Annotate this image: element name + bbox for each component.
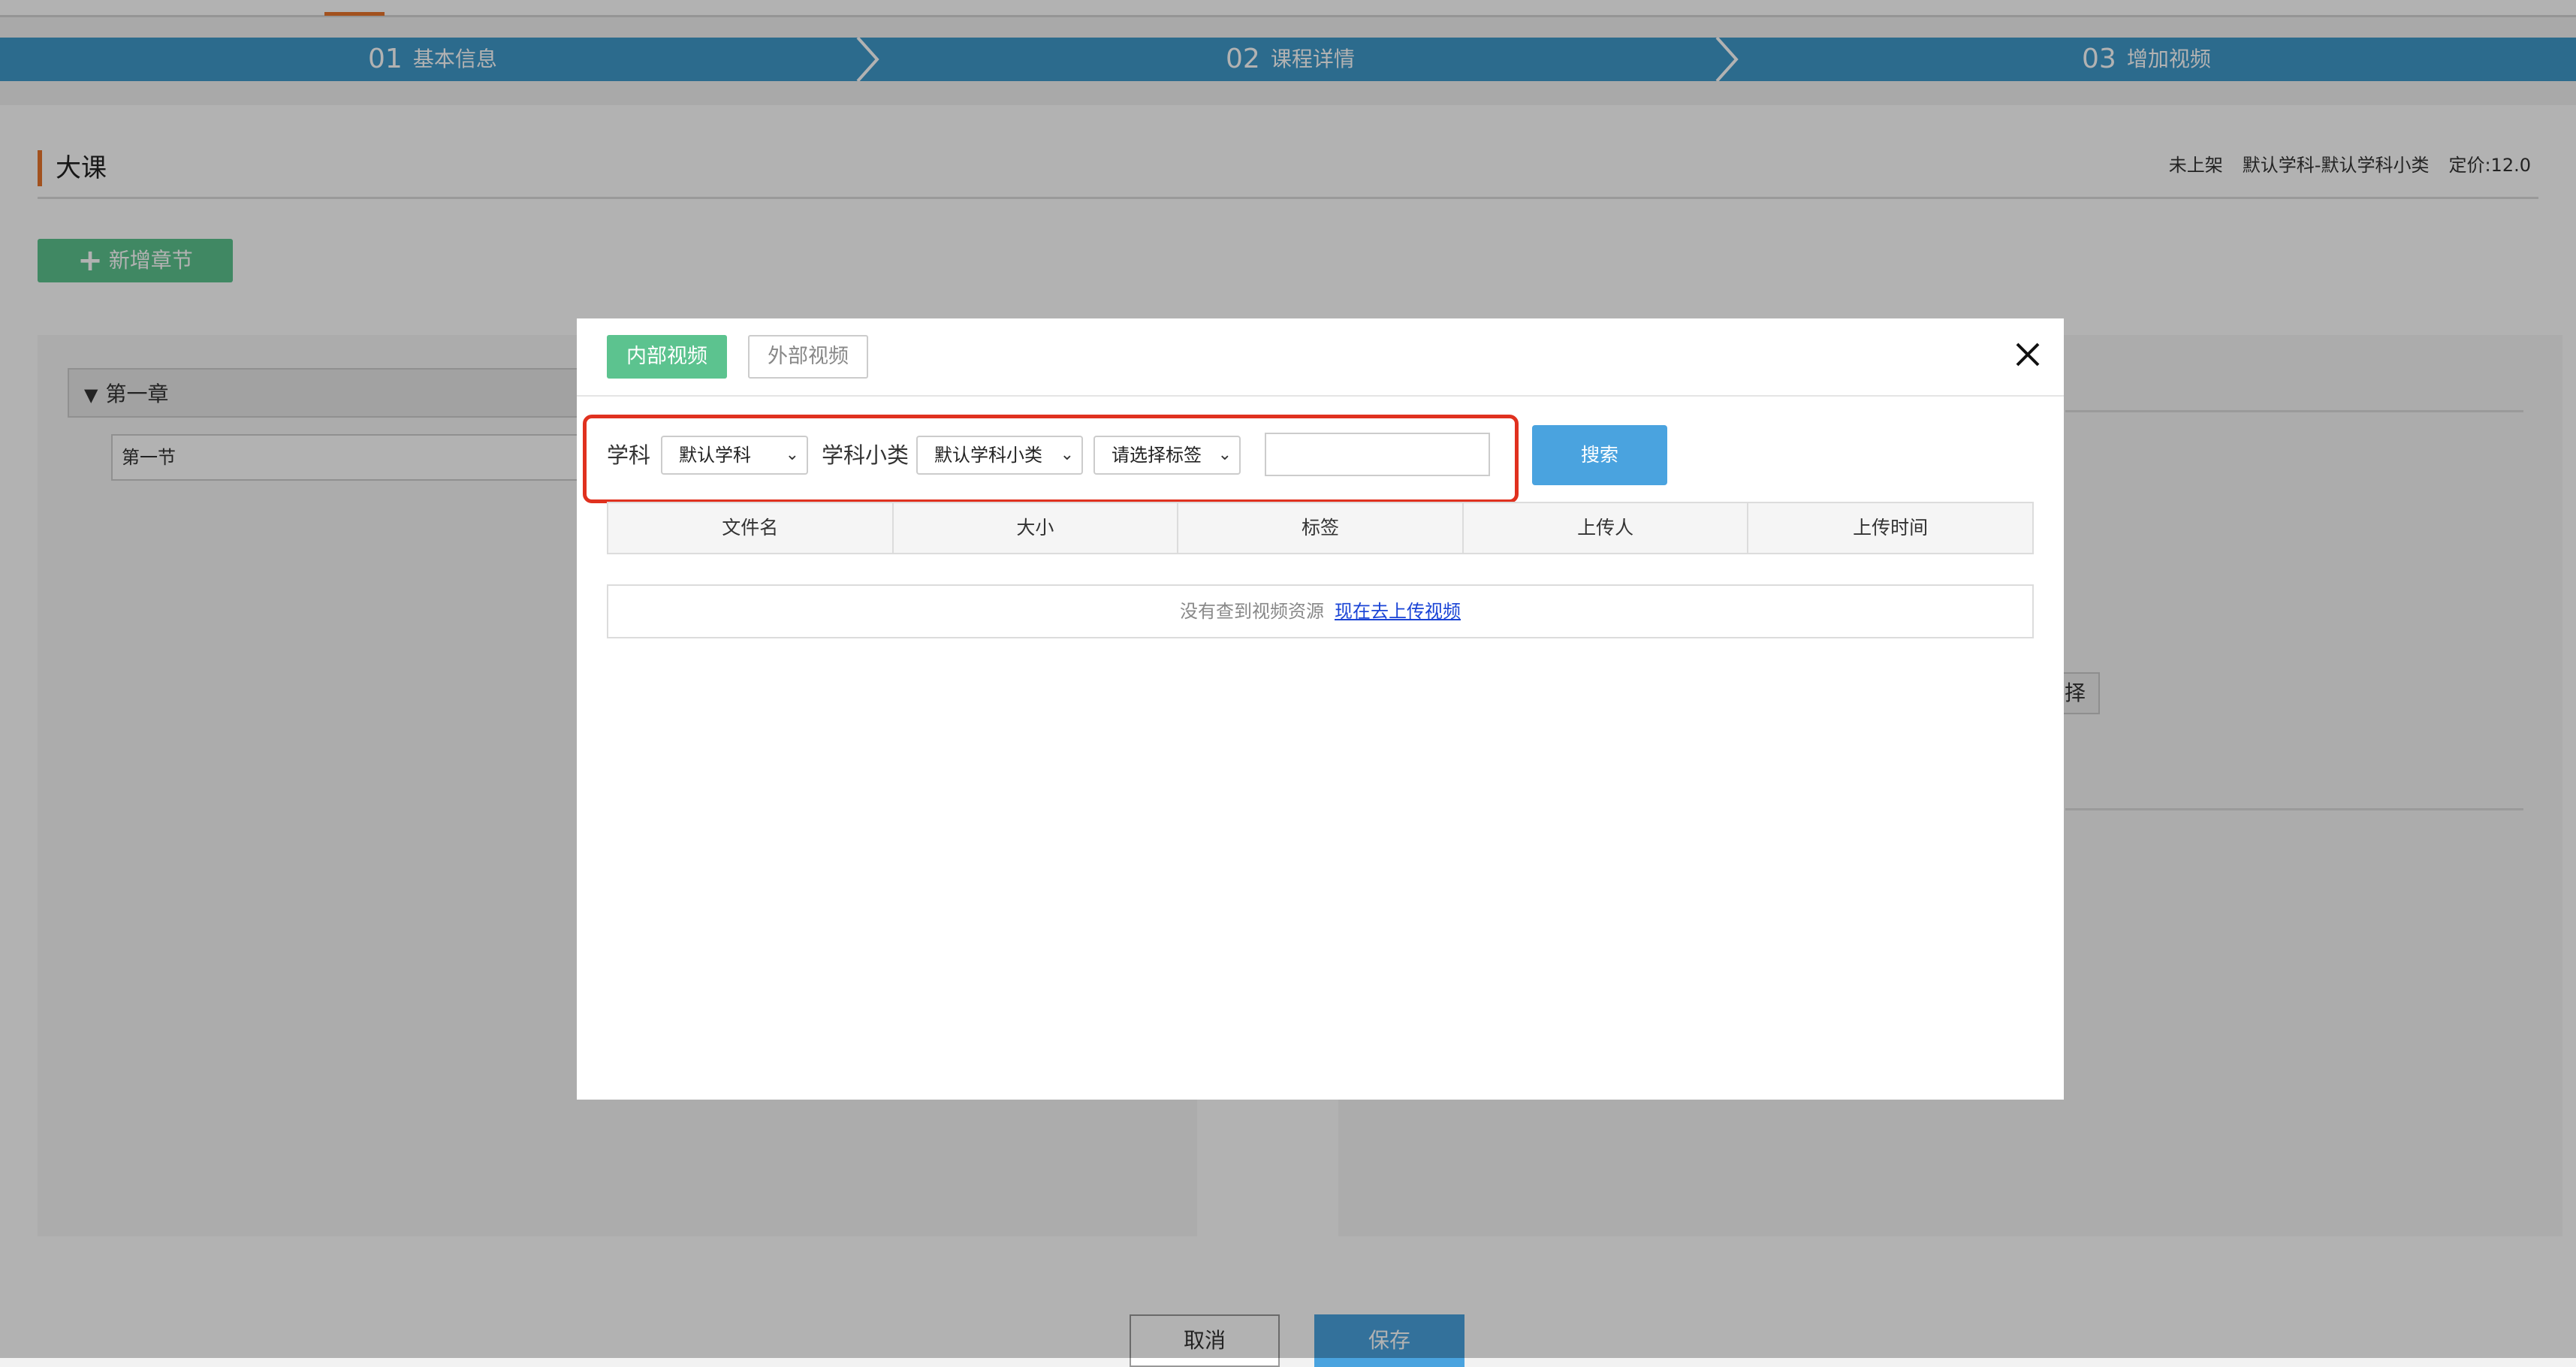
tag-select[interactable]: 请选择标签 ⌄ <box>1093 436 1241 475</box>
empty-results-row: 没有查到视频资源 现在去上传视频 <box>607 584 2034 638</box>
video-picker-modal: 内部视频 外部视频 学科 默认学科 ⌄ 学科小类 默认学科小类 ⌄ 请选择标签 … <box>577 318 2064 1100</box>
search-button[interactable]: 搜索 <box>1532 425 1667 485</box>
close-icon[interactable] <box>2011 338 2044 371</box>
column-header-size[interactable]: 大小 <box>894 503 1179 553</box>
column-header-filename[interactable]: 文件名 <box>608 503 894 553</box>
chevron-down-icon: ⌄ <box>785 445 799 464</box>
empty-results-text: 没有查到视频资源 <box>1180 601 1324 622</box>
upload-video-link[interactable]: 现在去上传视频 <box>1335 601 1461 622</box>
search-input[interactable] <box>1265 433 1490 476</box>
chevron-down-icon: ⌄ <box>1217 445 1232 464</box>
tab-internal-video[interactable]: 内部视频 <box>607 335 727 379</box>
subject-select[interactable]: 默认学科 ⌄ <box>661 436 808 475</box>
column-header-uploader[interactable]: 上传人 <box>1464 503 1749 553</box>
table-header: 文件名 大小 标签 上传人 上传时间 <box>607 502 2034 554</box>
subject-label: 学科 <box>607 442 651 468</box>
tab-external-video[interactable]: 外部视频 <box>748 335 868 379</box>
modal-header: 内部视频 外部视频 <box>577 318 2064 397</box>
tag-select-value: 请选择标签 <box>1112 445 1202 466</box>
column-header-upload-time[interactable]: 上传时间 <box>1748 503 2032 553</box>
subcategory-label: 学科小类 <box>822 442 909 468</box>
chevron-down-icon: ⌄ <box>1060 445 1074 464</box>
subject-select-value: 默认学科 <box>679 445 751 466</box>
subcategory-select-value: 默认学科小类 <box>934 445 1042 466</box>
column-header-tags[interactable]: 标签 <box>1178 503 1464 553</box>
subcategory-select[interactable]: 默认学科小类 ⌄ <box>916 436 1083 475</box>
